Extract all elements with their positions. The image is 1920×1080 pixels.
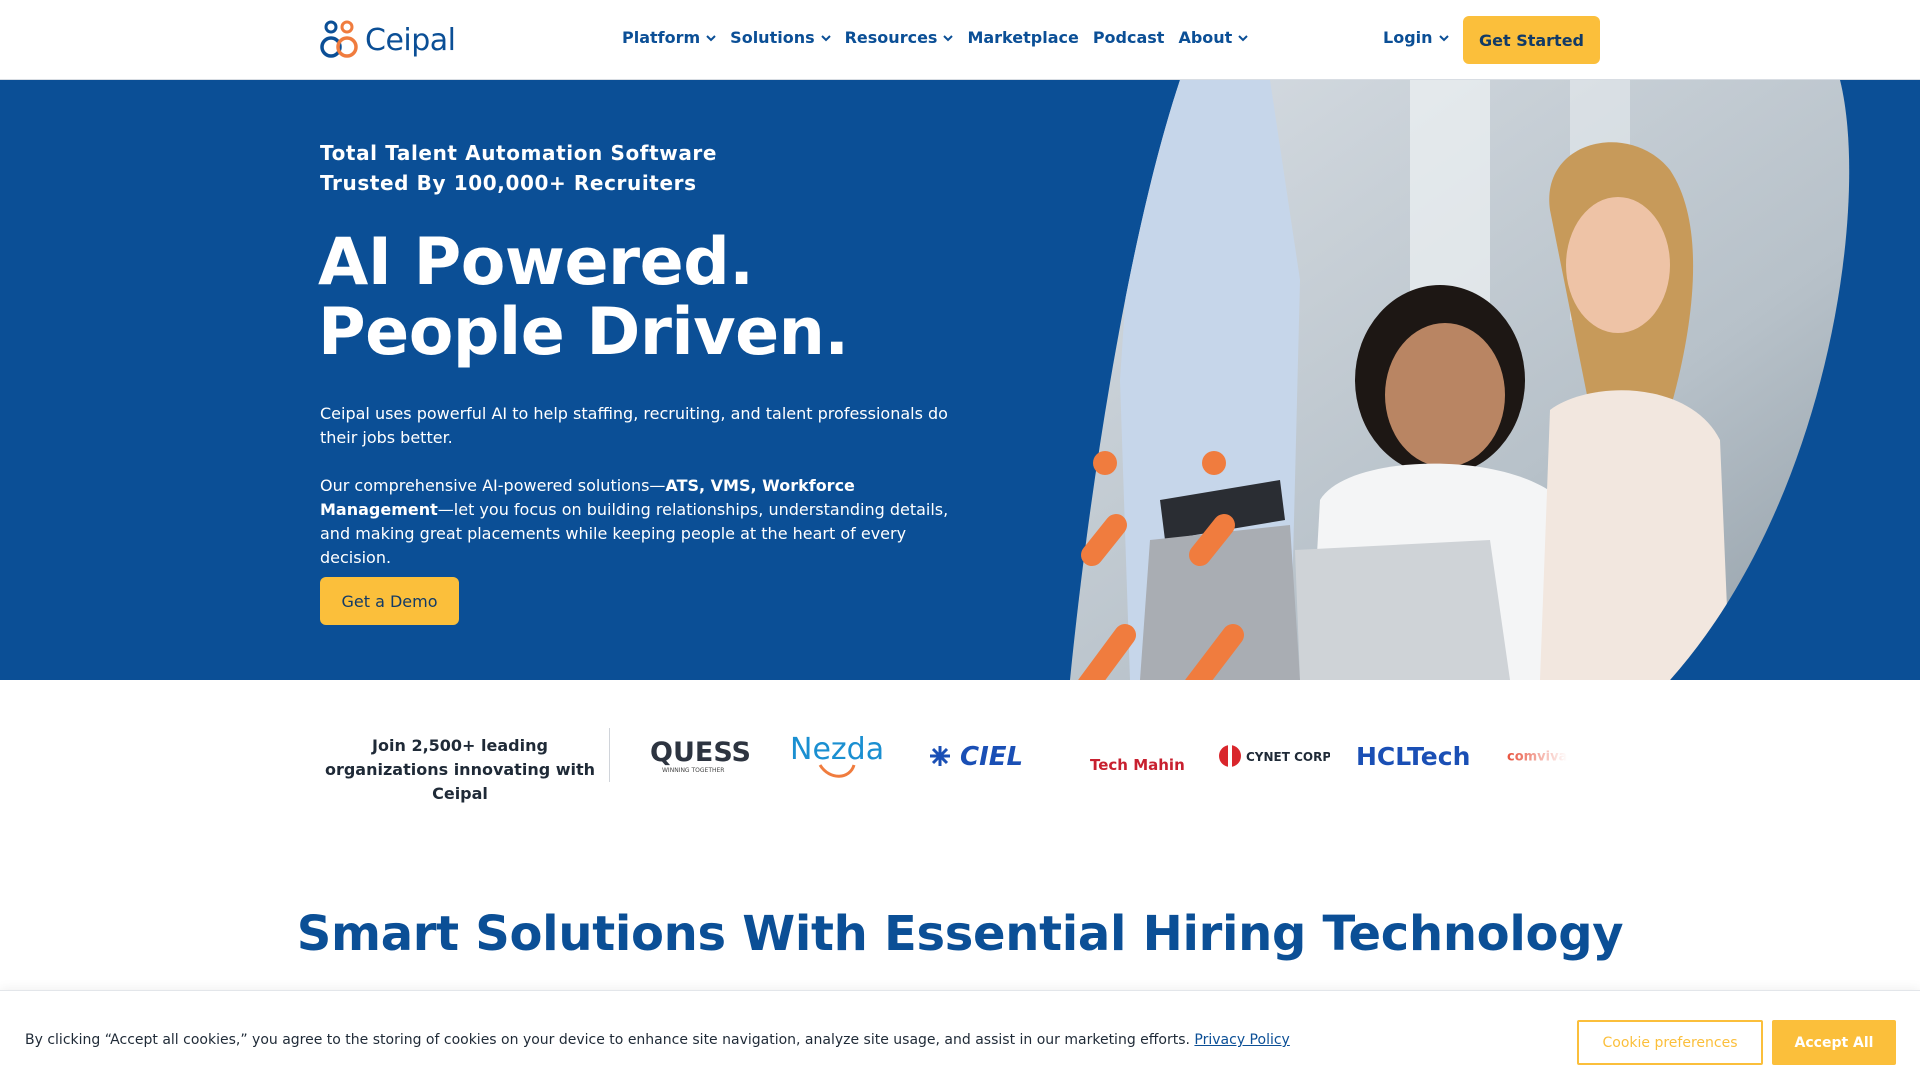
chevron-down-icon xyxy=(706,34,716,41)
logo-text: Tech Mahindra xyxy=(1090,756,1184,774)
logo-text: CYNET CORP xyxy=(1246,750,1330,764)
logo-text: Nezda xyxy=(790,732,884,767)
eyebrow-line: Trusted By 100,000+ Recruiters xyxy=(320,171,697,195)
hero-paragraph-2: Our comprehensive AI-powered solutions—A… xyxy=(320,474,960,570)
nav-item-solutions[interactable]: Solutions xyxy=(730,28,831,47)
accept-all-button[interactable]: Accept All xyxy=(1772,1020,1896,1065)
nav-item-marketplace[interactable]: Marketplace xyxy=(967,28,1078,47)
nav-item-about[interactable]: About xyxy=(1178,28,1249,47)
divider xyxy=(609,728,610,782)
logo-tagline: WINNING TOGETHER xyxy=(662,767,724,774)
hero-eyebrow: Total Talent Automation Software Trusted… xyxy=(320,138,717,198)
cookie-banner: By clicking “Accept all cookies,” you ag… xyxy=(0,990,1920,1080)
chevron-down-icon xyxy=(943,34,954,41)
headline-line: AI Powered. xyxy=(318,225,754,300)
para-prefix: Our comprehensive AI-powered solutions— xyxy=(320,476,666,495)
get-started-button[interactable]: Get Started xyxy=(1463,16,1600,64)
nav-item-resources[interactable]: Resources xyxy=(845,28,954,47)
nav-item-podcast[interactable]: Podcast xyxy=(1093,28,1165,47)
logo-text: QUESS xyxy=(650,737,751,768)
hero-paragraph-1: Ceipal uses powerful AI to help staffing… xyxy=(320,404,948,447)
login-menu[interactable]: Login xyxy=(1383,28,1449,47)
chevron-down-icon xyxy=(1238,34,1249,41)
office-team-photo xyxy=(1070,80,1920,680)
clients-intro: Join 2,500+ leading organizations innova… xyxy=(324,736,596,803)
site-header: Ceipal Platform Solutions Resources Mark… xyxy=(0,0,1920,80)
privacy-policy-link[interactable]: Privacy Policy xyxy=(1194,1032,1289,1048)
cookie-message: By clicking “Accept all cookies,” you ag… xyxy=(25,1032,1190,1048)
nav-label: Podcast xyxy=(1092,28,1165,47)
eyebrow-line: Total Talent Automation Software xyxy=(320,141,718,165)
cookie-text: By clicking “Accept all cookies,” you ag… xyxy=(25,1032,1290,1048)
ceipal-rings-icon xyxy=(320,20,358,58)
chevron-down-icon xyxy=(820,34,831,41)
client-logo-hcltech: HCLTech xyxy=(1356,734,1476,778)
section-title: Smart Solutions With Essential Hiring Te… xyxy=(296,906,1624,962)
ceipal-logo[interactable]: Ceipal xyxy=(319,18,456,62)
hero-section: Total Talent Automation Software Trusted… xyxy=(0,80,1920,680)
client-logo-ciel: CIEL xyxy=(926,734,1042,778)
chevron-down-icon xyxy=(1438,34,1449,41)
hero-headline: AI Powered. People Driven. xyxy=(318,228,849,368)
nav-label: Platform xyxy=(622,28,701,47)
logo-text: CIEL xyxy=(960,742,1023,772)
main-nav: Platform Solutions Resources Marketplace… xyxy=(622,28,1249,47)
cookie-preferences-button[interactable]: Cookie preferences xyxy=(1577,1020,1763,1065)
nav-item-platform[interactable]: Platform xyxy=(622,28,716,47)
get-demo-button[interactable]: Get a Demo xyxy=(320,577,459,625)
nav-label: Resources xyxy=(844,28,938,47)
nav-label: About xyxy=(1178,28,1233,47)
headline-line: People Driven. xyxy=(318,295,849,370)
client-logo-quess: QUESS WINNING TOGETHER xyxy=(648,734,758,778)
brand-name: Ceipal xyxy=(365,22,456,58)
nav-label: Marketplace xyxy=(967,28,1079,47)
client-logo-cynet: CYNET CORP xyxy=(1218,734,1330,778)
client-logo-nezda: Nezda xyxy=(790,732,900,778)
logo-text: HCLTech xyxy=(1356,742,1470,771)
client-logo-tech-mahindra: Tech Mahindra xyxy=(1088,734,1184,778)
nav-label: Solutions xyxy=(730,28,815,47)
login-label: Login xyxy=(1383,28,1433,47)
logo-text: comviva xyxy=(1507,750,1567,765)
client-logo-comviva: comviva xyxy=(1507,734,1585,778)
